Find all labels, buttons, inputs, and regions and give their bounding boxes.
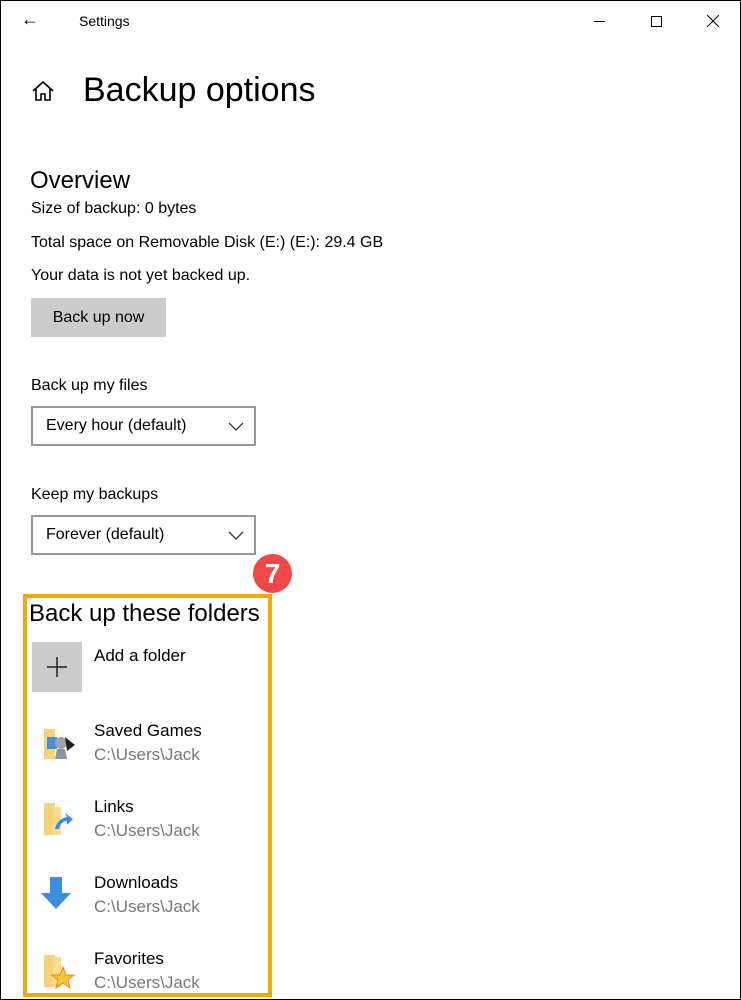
backup-status: Your data is not yet backed up. xyxy=(31,267,251,284)
folder-name[interactable]: Downloads xyxy=(94,873,178,893)
minimize-icon xyxy=(593,20,605,22)
retention-value: Forever (default) xyxy=(46,526,165,543)
links-folder-icon xyxy=(41,799,77,844)
folder-path: C:\Users\Jack xyxy=(94,973,200,992)
chevron-down-icon xyxy=(228,422,244,431)
downloads-icon xyxy=(39,875,75,920)
folder-name[interactable]: Favorites xyxy=(94,949,164,969)
add-folder-label[interactable]: Add a folder xyxy=(94,646,186,666)
maximize-icon xyxy=(650,15,662,27)
retention-label: Keep my backups xyxy=(31,486,159,503)
frequency-label: Back up my files xyxy=(31,377,148,394)
add-folder-button[interactable] xyxy=(32,642,82,692)
close-button[interactable] xyxy=(698,7,728,35)
minimize-button[interactable] xyxy=(584,7,614,35)
retention-dropdown[interactable]: Forever (default) xyxy=(31,515,256,555)
folder-name[interactable]: Links xyxy=(94,797,134,817)
close-icon xyxy=(707,15,719,27)
frequency-value: Every hour (default) xyxy=(46,417,187,434)
plus-icon xyxy=(47,657,67,677)
home-icon[interactable] xyxy=(31,79,55,103)
back-up-now-button[interactable]: Back up now xyxy=(31,298,166,337)
folder-name[interactable]: Saved Games xyxy=(94,721,202,741)
window-title: Settings xyxy=(79,13,130,29)
folders-heading: Back up these folders xyxy=(29,600,260,627)
maximize-button[interactable] xyxy=(641,7,671,35)
total-space: Total space on Removable Disk (E:) (E:):… xyxy=(31,234,384,251)
backup-size: Size of backup: 0 bytes xyxy=(31,200,197,217)
folder-path: C:\Users\Jack xyxy=(94,821,200,840)
saved-games-folder-icon xyxy=(41,723,77,768)
page-title: Backup options xyxy=(83,71,316,109)
chevron-down-icon xyxy=(228,531,244,540)
overview-heading: Overview xyxy=(30,167,131,194)
favorites-folder-icon xyxy=(41,951,77,996)
step-badge: 7 xyxy=(253,554,292,593)
back-button[interactable]: ← xyxy=(21,9,39,30)
folder-path: C:\Users\Jack xyxy=(94,897,200,916)
frequency-dropdown[interactable]: Every hour (default) xyxy=(31,406,256,446)
folder-path: C:\Users\Jack xyxy=(94,745,200,764)
